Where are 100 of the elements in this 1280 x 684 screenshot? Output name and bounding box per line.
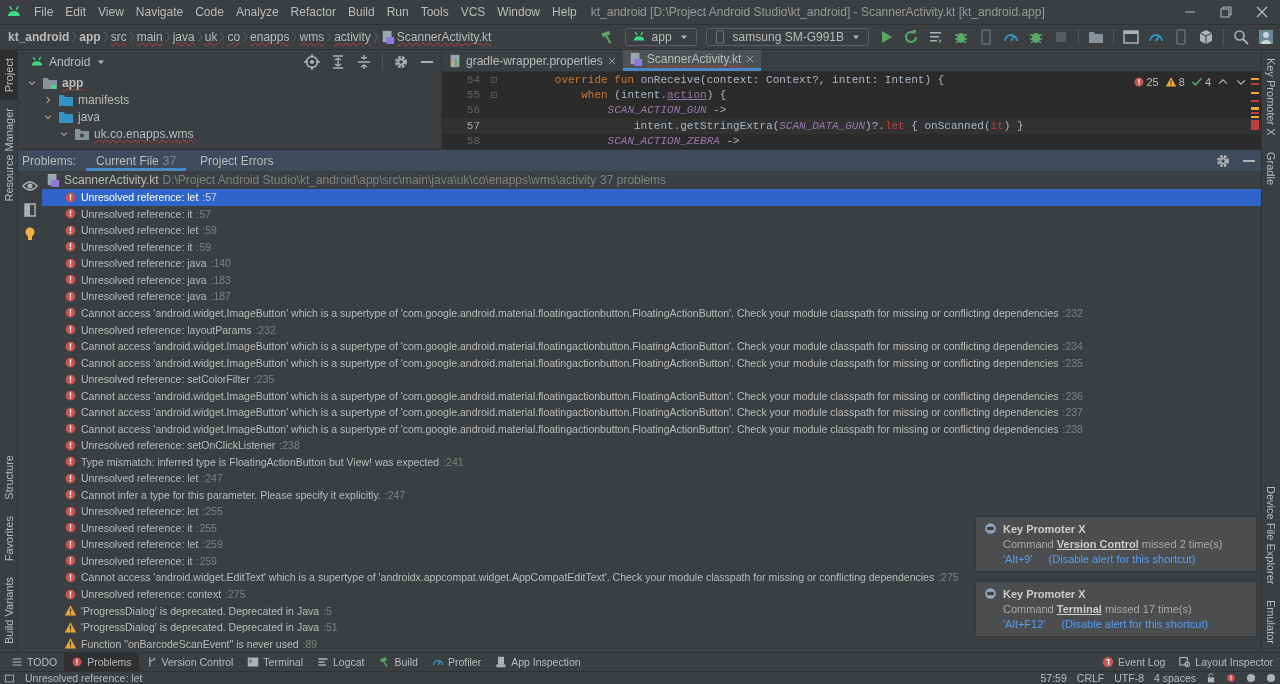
status-box-icon[interactable] (4, 672, 15, 684)
side-tab[interactable]: Key Promoter X (1262, 50, 1280, 144)
window-icon[interactable] (1123, 29, 1139, 45)
view-dropdown[interactable]: Android (24, 54, 114, 70)
problems-tab[interactable]: Current File 37 (86, 150, 187, 171)
tool-window-button[interactable]: TODO (4, 653, 65, 671)
problem-item[interactable]: Unresolved reference: it :57 (64, 207, 212, 221)
file-name[interactable]: ScannerActivity.kt (64, 173, 159, 187)
menu-item[interactable]: Code (189, 5, 230, 19)
settings-icon[interactable] (393, 54, 409, 70)
problem-item[interactable]: Unresolved reference: let :259 (64, 537, 223, 551)
side-tab[interactable]: Device File Explorer (1262, 477, 1280, 592)
menu-item[interactable]: Build (341, 5, 381, 19)
problem-item[interactable]: Unresolved reference: let :59 (64, 223, 217, 237)
tool-window-button[interactable]: Logcat (310, 653, 372, 671)
eye-icon[interactable] (22, 178, 38, 194)
problem-item[interactable]: Unresolved reference: let :247 (64, 471, 223, 485)
menu-item[interactable]: View (92, 5, 130, 19)
line-separator[interactable]: CRLF (1076, 672, 1105, 684)
side-tab[interactable]: Emulator (1262, 591, 1280, 652)
problems-tab[interactable]: Project Errors (190, 150, 284, 171)
problem-item[interactable]: Cannot access 'android.widget.ImageButton' which is a supertype of 'com.google.android.material.floatingactionbutton.FloatingActionButton'. Check your module classpath for missing or conflicting dependencies :237 (64, 405, 1083, 419)
problem-item[interactable]: Cannot access 'android.widget.ImageButton' which is a supertype of 'com.google.android.material.floatingactionbutton.FloatingActionButton'. Check your module classpath for missing or conflicting dependencies :235 (64, 356, 1083, 370)
tool-window-button[interactable]: Build (371, 653, 425, 671)
folder-icon[interactable] (1088, 29, 1104, 45)
tree-item[interactable]: manifests (78, 92, 130, 107)
editor-tab[interactable]: ScannerActivity.kt (622, 50, 762, 71)
encoding[interactable]: UTF-8 (1114, 672, 1144, 684)
breadcrumb[interactable]: enapps (250, 30, 290, 44)
problem-item[interactable]: Unresolved reference: it :259 (64, 554, 217, 568)
breadcrumb[interactable]: app (79, 30, 101, 44)
side-tab[interactable]: Gradle (1262, 143, 1280, 193)
restore-icon[interactable] (1218, 4, 1234, 20)
breadcrumb[interactable]: src (110, 30, 127, 44)
menu-item[interactable]: Edit (59, 5, 93, 19)
search-icon[interactable] (1233, 29, 1249, 45)
problem-item[interactable]: Unresolved reference: let :255 (64, 504, 223, 518)
restart-icon[interactable] (903, 29, 919, 45)
preview-icon[interactable] (22, 202, 38, 218)
target-icon[interactable] (304, 54, 320, 70)
problem-item[interactable]: Unresolved reference: setColorFilter :235 (64, 372, 275, 386)
menu-item[interactable]: Analyze (229, 5, 285, 19)
menu-item[interactable]: Navigate (129, 5, 190, 19)
expand-all-icon[interactable] (330, 54, 346, 70)
settings-icon[interactable] (1215, 152, 1231, 169)
lock-icon[interactable] (1206, 673, 1216, 683)
menu-item[interactable]: VCS (454, 5, 492, 19)
breadcrumb[interactable]: activity (334, 30, 371, 44)
problem-item[interactable]: Unresolved reference: it :59 (64, 240, 212, 254)
menu-item[interactable]: Refactor (284, 5, 342, 19)
problem-item[interactable]: Cannot infer a type for this parameter. Please specify it explicitly. :247 (64, 488, 406, 502)
caret-position[interactable]: 57:59 (1040, 672, 1067, 684)
problem-item[interactable]: Unresolved reference: context :275 (64, 587, 246, 601)
shortcut-link[interactable]: 'Alt+F12' (1003, 618, 1046, 630)
problem-item[interactable]: Type mismatch: inferred type is FloatingActionButton but View! was expected :241 (64, 455, 464, 469)
problem-item[interactable]: 'ProgressDialog' is deprecated. Deprecated in Java :51 (64, 620, 338, 634)
breadcrumb[interactable]: java (172, 30, 195, 44)
problem-item[interactable]: Cannot access 'android.widget.EditText' which is a supertype of 'androidx.appcompat.widget.AppCompatEditText'. Check your module classpath for missing or conflicting dependencies :275 (64, 571, 959, 584)
tree-item[interactable]: uk.co.enapps.wms (94, 126, 194, 141)
menu-item[interactable]: Help (546, 5, 583, 19)
tool-window-button[interactable]: Version Control (138, 653, 241, 671)
tool-window-button[interactable]: Problems (64, 653, 139, 671)
inspection-widget[interactable]: 25 8 4 (1132, 76, 1247, 88)
tool-window-button[interactable]: Event Log (1095, 653, 1173, 671)
shortcut-link[interactable]: 'Alt+9' (1003, 553, 1033, 565)
problem-item[interactable]: Unresolved reference: java :183 (64, 273, 231, 287)
error-icon[interactable] (1226, 673, 1236, 683)
side-tab[interactable]: Favorites (0, 507, 17, 569)
indent-setting[interactable]: 4 spaces (1153, 672, 1196, 684)
problem-item[interactable]: Cannot access 'android.widget.ImageButton' which is a supertype of 'com.google.android.material.floatingactionbutton.FloatingActionButton'. Check your module classpath for missing or conflicting dependencies :238 (64, 422, 1083, 436)
close-icon[interactable] (1254, 4, 1270, 20)
problem-item[interactable]: Cannot access 'android.widget.ImageButton' which is a supertype of 'com.google.android.material.floatingactionbutton.FloatingActionButton'. Check your module classpath for missing or conflicting dependencies :236 (64, 389, 1083, 403)
device-dropdown[interactable]: samsung SM-G991B (705, 28, 869, 46)
tool-window-button[interactable]: Profiler (424, 653, 489, 671)
menu-item[interactable]: Run (380, 5, 415, 19)
cube-icon[interactable] (1198, 29, 1214, 45)
side-tab[interactable]: Resource Manager (0, 100, 17, 210)
run-config-dropdown[interactable]: app (624, 28, 697, 46)
tree-item[interactable]: app (62, 75, 84, 90)
breadcrumb[interactable]: co (227, 30, 241, 44)
breadcrumb[interactable]: main (136, 30, 163, 44)
side-tab[interactable]: Build Variants (0, 568, 17, 652)
tree-item[interactable]: java (78, 109, 100, 124)
problem-item[interactable]: Unresolved reference: layoutParams :232 (64, 323, 276, 336)
tool-window-button[interactable]: App Inspection (488, 653, 588, 671)
avatar-icon[interactable] (1258, 29, 1274, 45)
problem-item[interactable]: Unresolved reference: setOnClickListener :238 (64, 438, 300, 452)
problem-item[interactable]: Cannot access 'android.widget.ImageButton' which is a supertype of 'com.google.android.material.floatingactionbutton.FloatingActionButton'. Check your module classpath for missing or conflicting dependencies :234 (64, 339, 1083, 353)
side-tab[interactable]: Project (0, 50, 17, 101)
breadcrumb[interactable]: ScannerActivity.kt (396, 30, 492, 44)
breadcrumb[interactable]: wms (299, 30, 325, 44)
problem-item[interactable]: Unresolved reference: let :57 (64, 190, 217, 204)
tool-window-button[interactable]: Layout Inspector (1172, 653, 1280, 671)
tool-window-button[interactable]: Terminal (240, 653, 310, 671)
problem-item[interactable]: Unresolved reference: java :187 (64, 289, 231, 303)
close-icon[interactable] (606, 55, 617, 66)
menu-item[interactable]: Window (491, 5, 547, 19)
problem-item[interactable]: 'ProgressDialog' is deprecated. Deprecated in Java :5 (64, 604, 332, 618)
lines-icon[interactable] (928, 29, 944, 45)
problem-item[interactable]: Function "onBarcodeScanEvent" is never used :89 (64, 637, 318, 651)
